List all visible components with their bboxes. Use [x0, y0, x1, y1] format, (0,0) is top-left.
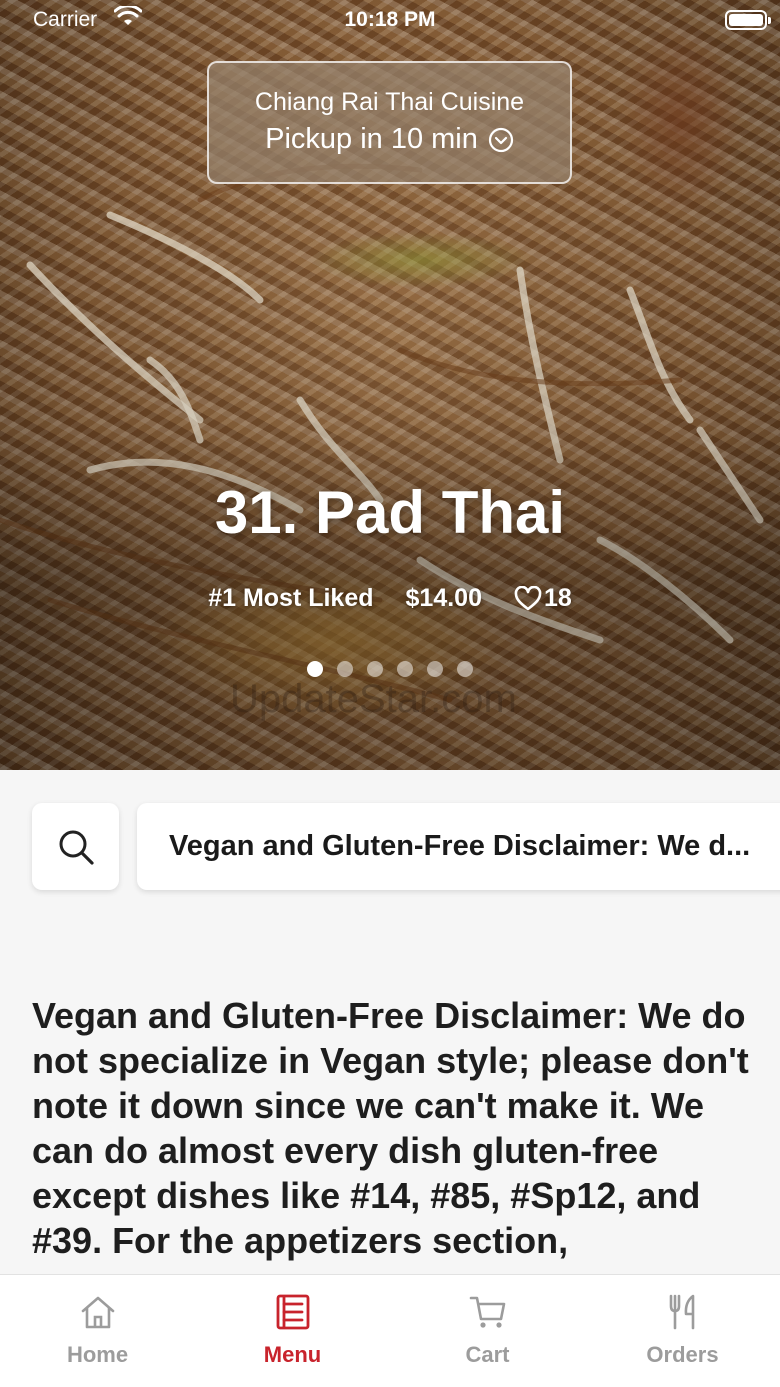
featured-dish-meta: #1 Most Liked $14.00 18	[0, 584, 780, 613]
page-dot[interactable]	[307, 661, 323, 677]
tab-cart[interactable]: Cart	[390, 1275, 585, 1387]
tab-home[interactable]: Home	[0, 1275, 195, 1387]
tab-bar: Home Menu Cart Orders	[0, 1274, 780, 1387]
featured-dish-title[interactable]: 31. Pad Thai	[0, 478, 780, 547]
utensils-icon	[669, 1294, 694, 1330]
page-dot[interactable]	[427, 661, 443, 677]
tab-orders[interactable]: Orders	[585, 1275, 780, 1387]
page-dot[interactable]	[457, 661, 473, 677]
page-dot[interactable]	[397, 661, 413, 677]
tab-orders-label: Orders	[646, 1342, 719, 1367]
tab-cart-label: Cart	[465, 1342, 510, 1367]
search-icon	[59, 830, 94, 865]
status-time: 10:18 PM	[344, 8, 436, 31]
status-bar: Carrier 10:18 PM	[0, 0, 780, 40]
dish-price: $14.00	[405, 584, 482, 612]
dish-rank: #1 Most Liked	[208, 584, 374, 612]
battery-icon	[725, 10, 771, 30]
tab-menu-label: Menu	[263, 1342, 322, 1367]
tab-menu[interactable]: Menu	[195, 1275, 390, 1387]
watermark-text: UpdateStar.com	[230, 677, 517, 721]
carousel-page-indicator[interactable]	[0, 661, 780, 677]
screen: UpdateStar.com Carrier 10:18 PM Chiang R…	[0, 0, 780, 1387]
category-chip-label: Vegan and Gluten-Free Disclaimer: We d..…	[169, 830, 751, 862]
page-dot[interactable]	[337, 661, 353, 677]
page-dot[interactable]	[367, 661, 383, 677]
chevron-down-circle-icon	[488, 127, 513, 152]
like-count: 18	[543, 584, 572, 612]
cart-icon	[469, 1296, 505, 1328]
pickup-time-row[interactable]: Pickup in 10 min	[209, 123, 570, 156]
pickup-label: Pickup in 10 min	[265, 123, 478, 155]
heart-icon[interactable]	[514, 585, 542, 612]
category-chip[interactable]: Vegan and Gluten-Free Disclaimer: We d..…	[137, 803, 780, 890]
disclaimer-text: Vegan and Gluten-Free Disclaimer: We do …	[32, 995, 749, 1261]
restaurant-name: Chiang Rai Thai Cuisine	[254, 88, 525, 116]
tab-home-label: Home	[66, 1342, 129, 1367]
menu-icon	[276, 1294, 309, 1330]
search-button[interactable]	[32, 803, 119, 890]
restaurant-selector[interactable]: Chiang Rai Thai Cuisine Pickup in 10 min	[207, 61, 572, 184]
home-icon	[81, 1296, 114, 1329]
